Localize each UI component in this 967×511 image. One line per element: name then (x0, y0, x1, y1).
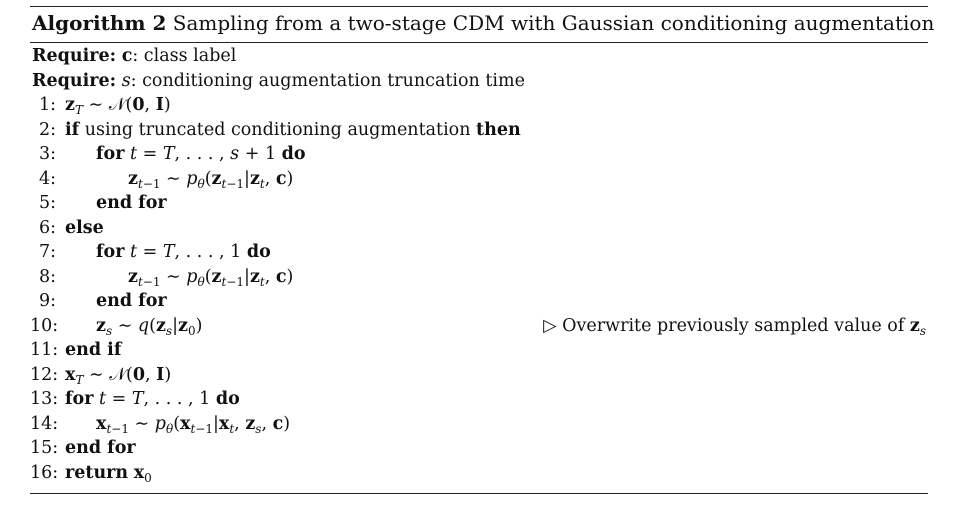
require-line-2: Require: s: conditioning augmentation tr… (30, 69, 928, 94)
caption-rule (30, 42, 928, 43)
line-body: for t = T, . . . , 1 do (65, 389, 240, 409)
algo-line: 14: xt−1 ∼ pθ(xt−1|xt, zs, c) (30, 412, 928, 437)
algo-line: 16: return x0 (30, 461, 928, 486)
line-body: return x0 (65, 462, 152, 485)
algo-line: 6: else (30, 216, 928, 241)
algorithm-caption: Algorithm 2 Sampling from a two-stage CD… (32, 8, 934, 38)
require-var: s (121, 70, 131, 91)
require-desc: : conditioning augmentation truncation t… (130, 70, 525, 91)
line-body: end for (96, 193, 167, 213)
line-number: 6: (38, 217, 56, 238)
line-body: end if (65, 340, 122, 360)
require-var: c (121, 46, 133, 66)
line-number: 5: (38, 193, 56, 213)
line-body: else (65, 217, 104, 238)
line-number: 11: (30, 340, 59, 360)
bottom-rule (30, 493, 928, 494)
line-number: 7: (38, 242, 56, 262)
caption-title: Sampling from a two-stage CDM with Gauss… (172, 11, 935, 35)
line-body: for t = T, . . . , s + 1 do (96, 144, 306, 164)
line-number: 16: (30, 462, 59, 483)
algo-line: 4: zt−1 ∼ pθ(zt−1|zt, c) (30, 167, 928, 192)
algo-line: 15: end for (30, 436, 928, 461)
line-number: 15: (30, 438, 59, 458)
algo-line: 2: if using truncated conditioning augme… (30, 118, 928, 143)
top-rule (30, 6, 928, 7)
require-keyword: Require: (32, 70, 117, 91)
line-number: 12: (30, 364, 59, 385)
require-desc: : class label (132, 46, 237, 66)
algo-line: 1: zT ∼ 𝒩(0, I) (30, 93, 928, 118)
algo-line: 5: end for (30, 191, 928, 216)
line-number: 1: (38, 95, 56, 115)
algo-line: 11: end if (30, 338, 928, 363)
require-line-1: Require: c: class label (30, 44, 928, 69)
algo-line: 12: xT ∼ 𝒩(0, I) (30, 363, 928, 388)
line-body: end for (96, 291, 167, 311)
line-number: 4: (38, 168, 56, 189)
algo-line: 9: end for (30, 289, 928, 314)
line-number: 10: (30, 315, 59, 336)
algo-line: 8: zt−1 ∼ pθ(zt−1|zt, c) (30, 265, 928, 290)
line-number: 3: (38, 144, 56, 164)
line-body: for t = T, . . . , 1 do (96, 242, 271, 262)
line-number: 13: (30, 389, 59, 409)
line-number: 2: (38, 119, 56, 140)
line-number: 9: (38, 291, 56, 311)
caption-label: Algorithm 2 (32, 11, 167, 35)
line-number: 14: (30, 413, 59, 434)
require-keyword: Require: (32, 46, 117, 66)
line-number: 8: (38, 266, 56, 287)
algo-line: 7: for t = T, . . . , 1 do (30, 240, 928, 265)
line-body: end for (65, 438, 136, 458)
algo-line: 3: for t = T, . . . , s + 1 do (30, 142, 928, 167)
algo-line: 10: zs ∼ q(zs|z0) ▷ Overwrite previously… (30, 314, 928, 339)
algo-line: 13: for t = T, . . . , 1 do (30, 387, 928, 412)
line-body: if using truncated conditioning augmenta… (65, 119, 521, 140)
